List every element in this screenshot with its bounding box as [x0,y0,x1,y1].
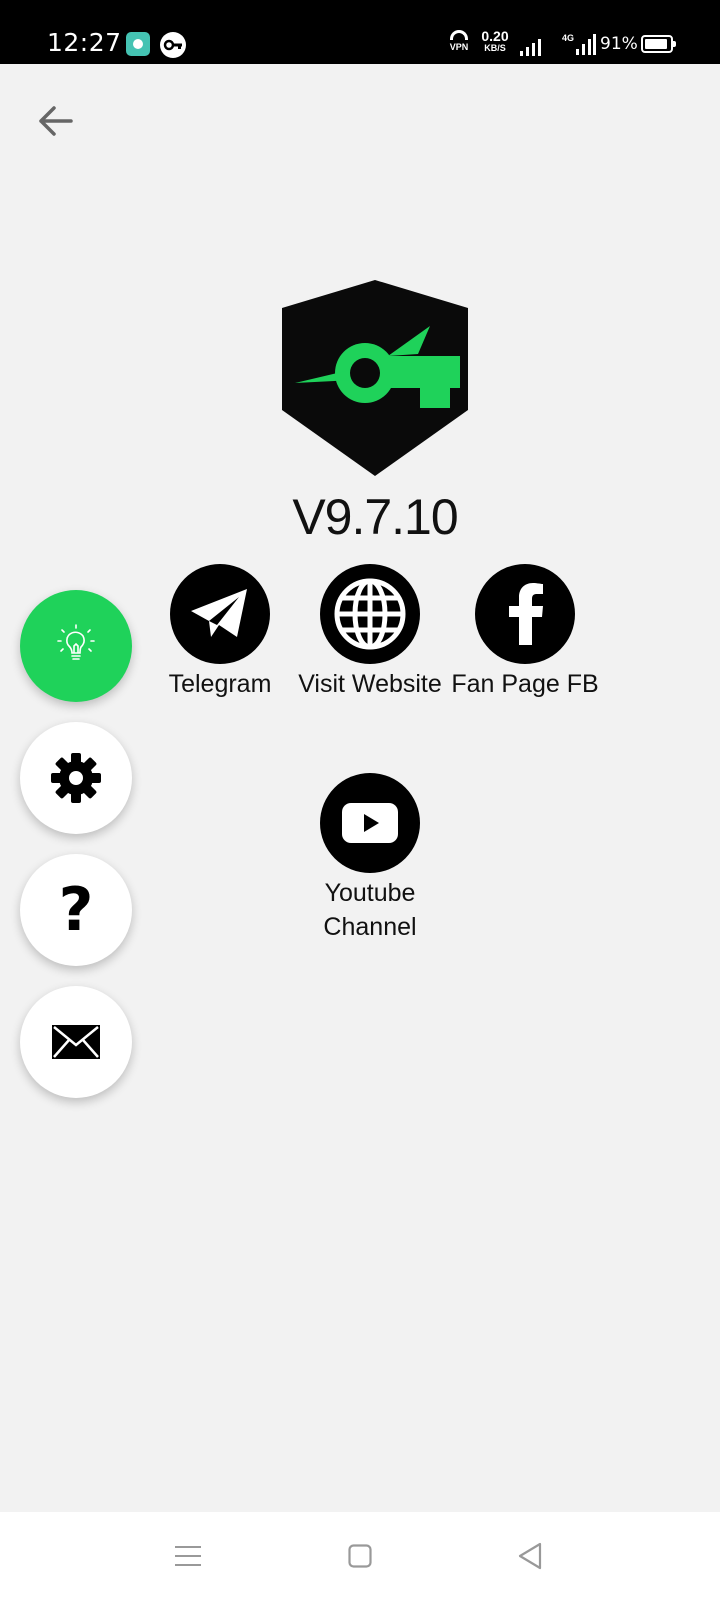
youtube-label: Youtube Channel [323,879,417,941]
system-back-button[interactable] [508,1534,552,1578]
website-label: Visit Website [298,670,442,698]
contact-email-button[interactable] [20,986,132,1098]
notification-key-icon [160,32,186,58]
telegram-label: Telegram [168,670,272,698]
vpn-gauge-icon [450,30,468,40]
network-speed: 0.20 KB/S [478,28,512,60]
notification-app-icon [126,32,150,56]
telegram-icon [191,589,247,637]
wifi-signal-icon [520,39,541,56]
question-mark-icon: ? [58,875,94,945]
cellular-signal: 4G [562,33,596,57]
vpn-label: VPN [449,42,469,52]
website-button[interactable] [320,564,420,664]
status-bar: 12:27 VPN 0.20 KB/S 4G 91% [0,0,720,64]
recent-apps-button[interactable] [166,1534,210,1578]
system-navigation-bar [0,1512,720,1600]
status-time: 12:27 [47,28,122,57]
youtube-icon [342,803,398,843]
home-button[interactable] [338,1534,382,1578]
back-button[interactable] [30,95,82,147]
lightbulb-icon [57,624,95,660]
arrow-left-icon [39,106,73,136]
youtube-button[interactable] [320,773,420,873]
speed-value: 0.20 [481,28,509,44]
square-home-icon [348,1544,372,1568]
telegram-link[interactable]: Telegram [140,564,300,701]
settings-button[interactable] [20,722,132,834]
vpn-indicator: VPN [448,30,470,60]
facebook-button[interactable] [475,564,575,664]
triangle-back-icon [518,1542,542,1570]
facebook-label: Fan Page FB [451,670,599,698]
facebook-link[interactable]: Fan Page FB [445,564,605,701]
facebook-icon [509,583,543,645]
envelope-icon [52,1025,100,1059]
help-button[interactable]: ? [20,854,132,966]
battery-percent: 91% [600,34,638,54]
tips-button[interactable] [20,590,132,702]
menu-icon [175,1546,201,1566]
visit-website-link[interactable]: Visit Website [290,564,450,701]
telegram-button[interactable] [170,564,270,664]
app-version: V9.7.10 [292,489,458,545]
globe-icon [334,578,406,650]
youtube-link[interactable]: Youtube Channel [290,773,450,944]
battery-fill [645,39,667,49]
battery-icon [641,35,676,53]
app-logo [282,280,468,476]
gear-icon [51,753,101,803]
network-type-label: 4G [562,33,575,43]
